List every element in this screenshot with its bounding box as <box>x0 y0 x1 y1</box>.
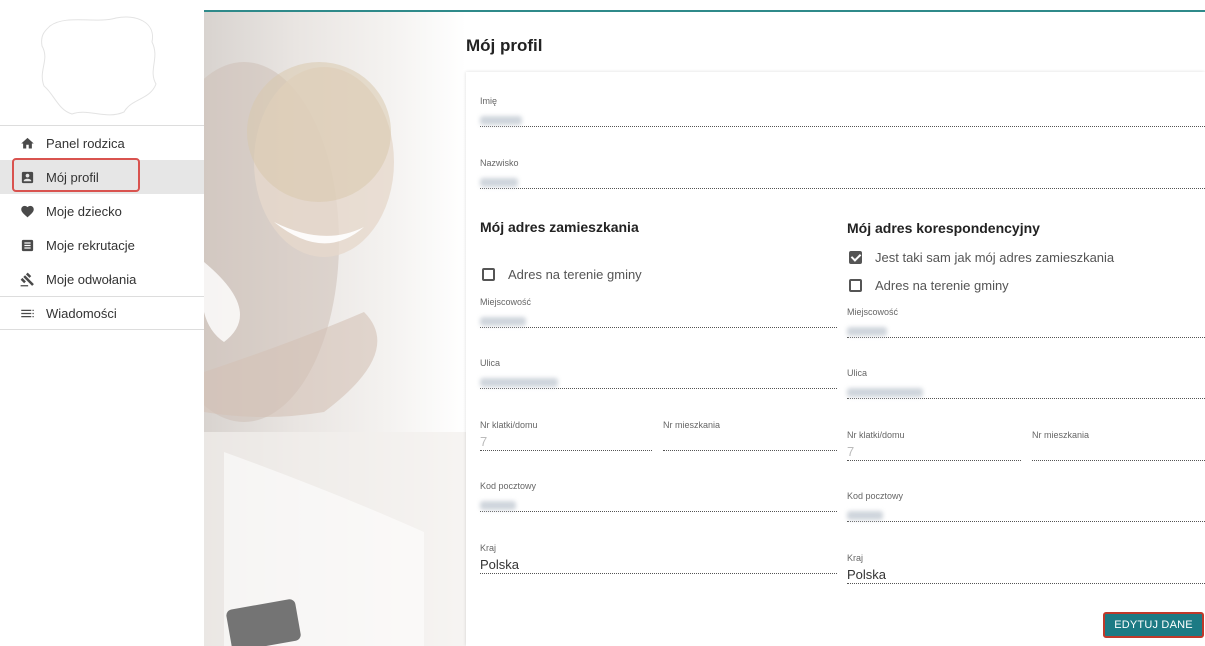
corr-country-label: Kraj <box>847 553 864 563</box>
logo-placeholder <box>41 16 157 116</box>
blurred-value <box>480 378 558 388</box>
home-address-title: Mój adres zamieszkania <box>480 219 639 235</box>
corr-postal-label: Kod pocztowy <box>847 491 904 501</box>
home-country-field[interactable]: Kraj Polska <box>480 543 837 574</box>
home-postal-label: Kod pocztowy <box>480 481 537 491</box>
corr-street-label: Ulica <box>847 368 868 378</box>
sidebar-item-label: Moje rekrutacje <box>46 237 135 253</box>
checkbox-unchecked-icon[interactable] <box>849 279 862 292</box>
home-building-input[interactable]: 7 <box>480 433 652 451</box>
same-as-home-checkbox[interactable]: Jest taki sam jak mój adres zamieszkania <box>849 250 1114 265</box>
corr-city-input[interactable] <box>847 320 1205 338</box>
corr-apartment-field[interactable]: Nr mieszkania <box>1032 430 1205 461</box>
home-country-label: Kraj <box>480 543 497 553</box>
corr-apartment-label: Nr mieszkania <box>1032 430 1090 440</box>
blurred-value <box>847 388 923 398</box>
same-as-home-label: Jest taki sam jak mój adres zamieszkania <box>875 250 1115 265</box>
blurred-value <box>480 501 516 511</box>
home-street-label: Ulica <box>480 358 501 368</box>
corr-postal-field[interactable]: Kod pocztowy <box>847 491 1205 522</box>
first-name-input[interactable] <box>480 109 1205 127</box>
home-apartment-input[interactable] <box>663 433 837 451</box>
home-apartment-label: Nr mieszkania <box>663 420 721 430</box>
corr-country-input[interactable]: Polska <box>847 566 1205 584</box>
home-city-input[interactable] <box>480 310 837 328</box>
messages-icon <box>20 306 35 321</box>
sidebar-nav: Panel rodzica Mój profil Moje dziecko Mo… <box>0 125 204 330</box>
blurred-value <box>480 178 518 188</box>
correspondence-address-title: Mój adres korespondencyjny <box>847 220 1040 236</box>
blurred-value <box>847 327 887 337</box>
sidebar-item-moje-rekrutacje[interactable]: Moje rekrutacje <box>0 228 204 262</box>
home-street-input[interactable] <box>480 371 837 389</box>
list-icon <box>20 238 35 253</box>
sidebar-item-label: Panel rodzica <box>46 135 125 151</box>
sidebar-item-moje-odwolania[interactable]: Moje odwołania <box>0 262 204 296</box>
sidebar-item-moje-dziecko[interactable]: Moje dziecko <box>0 194 204 228</box>
home-street-field[interactable]: Ulica <box>480 358 837 389</box>
profile-card-icon <box>20 170 35 185</box>
corr-city-field[interactable]: Miejscowość <box>847 307 1205 338</box>
page-title: Mój profil <box>466 36 543 55</box>
sidebar-item-wiadomosci[interactable]: Wiadomości <box>0 296 204 330</box>
home-city-field[interactable]: Miejscowość <box>480 297 837 328</box>
blurred-value <box>847 511 883 521</box>
home-country-input[interactable]: Polska <box>480 556 837 574</box>
checkbox-unchecked-icon[interactable] <box>482 268 495 281</box>
corr-building-field[interactable]: Nr klatki/domu 7 <box>847 430 1021 461</box>
home-building-label: Nr klatki/domu <box>480 420 538 430</box>
last-name-label: Nazwisko <box>480 158 519 168</box>
corr-country-field[interactable]: Kraj Polska <box>847 553 1205 584</box>
corr-in-municipality-checkbox[interactable]: Adres na terenie gminy <box>849 278 1009 293</box>
home-in-municipality-checkbox[interactable]: Adres na terenie gminy <box>482 267 642 282</box>
sidebar-item-label: Moje odwołania <box>46 271 137 287</box>
home-apartment-field[interactable]: Nr mieszkania <box>663 420 837 451</box>
blurred-value <box>480 116 522 126</box>
last-name-field[interactable]: Nazwisko <box>480 158 1205 189</box>
first-name-label: Imię <box>480 96 498 106</box>
sidebar-item-label: Mój profil <box>46 169 99 185</box>
corr-building-input[interactable]: 7 <box>847 443 1021 461</box>
corr-city-label: Miejscowość <box>847 307 899 317</box>
corr-postal-input[interactable] <box>847 504 1205 522</box>
home-postal-field[interactable]: Kod pocztowy <box>480 481 837 512</box>
first-name-field[interactable]: Imię <box>480 96 1205 127</box>
sidebar-item-label: Moje dziecko <box>46 203 122 219</box>
corr-in-municipality-label: Adres na terenie gminy <box>875 278 1009 293</box>
edit-data-button[interactable]: EDYTUJ DANE <box>1103 612 1204 638</box>
sidebar-item-label: Wiadomości <box>46 305 117 321</box>
sidebar-item-panel-rodzica[interactable]: Panel rodzica <box>0 126 204 160</box>
heart-icon <box>20 204 35 219</box>
home-in-municipality-label: Adres na terenie gminy <box>508 267 642 282</box>
last-name-input[interactable] <box>480 171 1205 189</box>
home-icon <box>20 136 35 151</box>
corr-apartment-input[interactable] <box>1032 443 1205 461</box>
corr-street-field[interactable]: Ulica <box>847 368 1205 399</box>
home-city-label: Miejscowość <box>480 297 532 307</box>
family-photo-illustration <box>204 62 466 646</box>
home-building-field[interactable]: Nr klatki/domu 7 <box>480 420 652 451</box>
sidebar: Panel rodzica Mój profil Moje dziecko Mo… <box>0 0 204 646</box>
corr-street-input[interactable] <box>847 381 1205 399</box>
gavel-icon <box>20 272 35 287</box>
hero-photo <box>204 12 466 646</box>
corr-building-label: Nr klatki/domu <box>847 430 905 440</box>
checkbox-checked-icon[interactable] <box>849 251 862 264</box>
home-postal-input[interactable] <box>480 494 837 512</box>
sidebar-item-moj-profil[interactable]: Mój profil <box>0 160 204 194</box>
blurred-value <box>480 317 526 327</box>
